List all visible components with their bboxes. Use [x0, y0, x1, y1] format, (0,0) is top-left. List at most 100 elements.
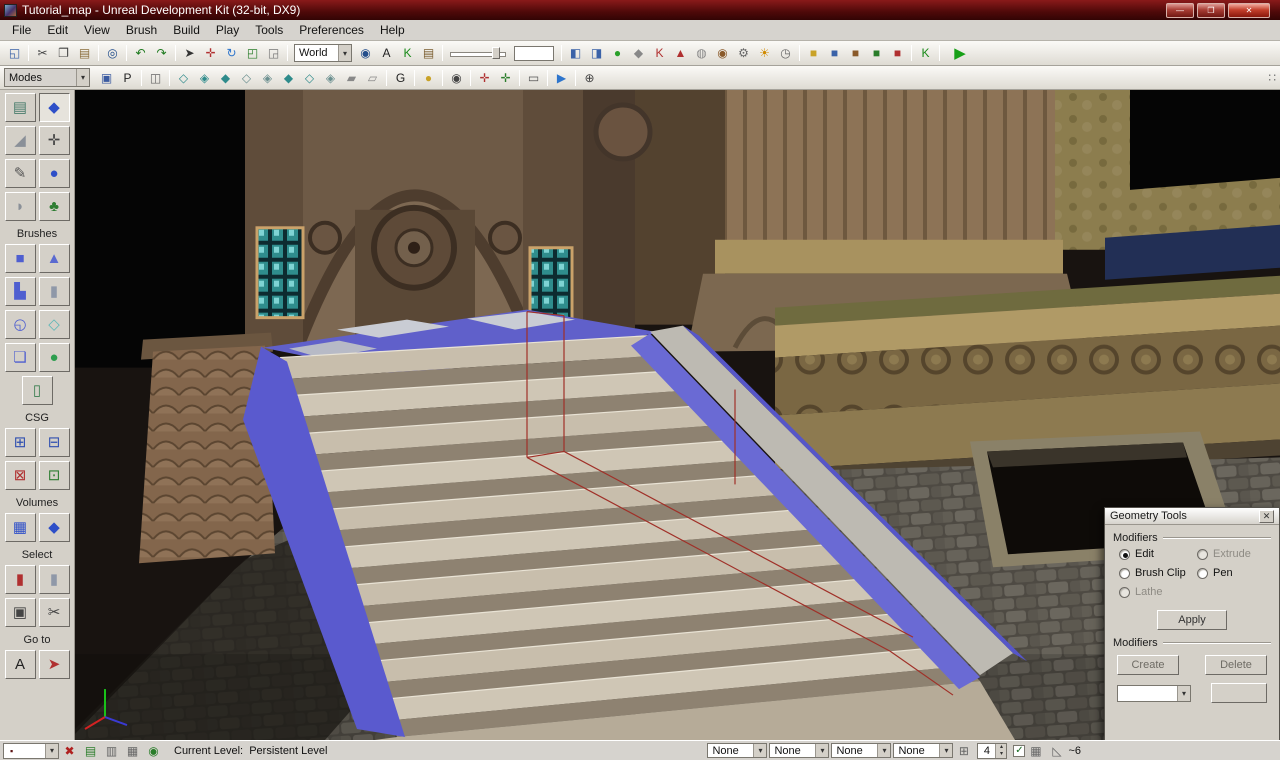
- modifier-extra-button[interactable]: [1211, 683, 1267, 703]
- modifier-combo[interactable]: ▾: [1117, 685, 1191, 702]
- close-button[interactable]: ✕: [1228, 3, 1270, 18]
- curved-stairs-brush-button[interactable]: ◵: [5, 310, 36, 339]
- transform-widget-icon[interactable]: ⊕: [580, 68, 599, 87]
- menu-file[interactable]: File: [4, 21, 39, 39]
- actor-class-icon[interactable]: A: [377, 44, 396, 63]
- play-in-editor-icon[interactable]: ▶: [949, 44, 971, 63]
- sphere-brush-button[interactable]: ●: [39, 343, 70, 372]
- streaming-level-combo-3[interactable]: None▾: [831, 743, 891, 758]
- geometry-tools-titlebar[interactable]: Geometry Tools ✕: [1105, 508, 1279, 525]
- select-nonsolid-button[interactable]: ▮: [39, 565, 70, 594]
- joystick-green-icon[interactable]: ✛: [496, 68, 515, 87]
- toggle-volumes-icon[interactable]: ◨: [587, 44, 606, 63]
- fullscreen-icon[interactable]: ◱: [5, 44, 24, 63]
- grid-snap-icon[interactable]: ▥: [102, 741, 121, 760]
- select-semisolid-button[interactable]: ▮: [5, 565, 36, 594]
- paint-mode-icon[interactable]: P: [118, 68, 137, 87]
- clock-icon[interactable]: ◷: [776, 44, 795, 63]
- up-arrow-icon[interactable]: ▲: [671, 44, 690, 63]
- angle-snap-icon[interactable]: ◺: [1047, 741, 1066, 760]
- select-icon[interactable]: ➤: [180, 44, 199, 63]
- modes-combo[interactable]: Modes ▾: [4, 68, 90, 87]
- stairs-brush-button[interactable]: ▙: [5, 277, 36, 306]
- streaming-level-combo-4[interactable]: None▾: [893, 743, 953, 758]
- streaming-level-combo-2[interactable]: None▾: [769, 743, 829, 758]
- unlit-icon[interactable]: ◆: [279, 68, 298, 87]
- menu-preferences[interactable]: Preferences: [291, 21, 372, 39]
- select-inverse-button[interactable]: ▣: [5, 598, 36, 627]
- gear-icon[interactable]: ⚙: [734, 44, 753, 63]
- build-all-icon[interactable]: ■: [867, 44, 886, 63]
- actor-filter-combo[interactable]: ▪ ▾: [3, 743, 59, 759]
- farclip-slider[interactable]: [450, 45, 506, 61]
- world-transform-combo[interactable]: World ▾: [294, 44, 352, 62]
- csg-intersect-button[interactable]: ⊠: [5, 461, 36, 490]
- streaming-level-combo-1[interactable]: None▾: [707, 743, 767, 758]
- lock-icon[interactable]: ●: [419, 68, 438, 87]
- cut-icon[interactable]: ✂: [33, 44, 52, 63]
- scale-nonuniform-icon[interactable]: ◲: [264, 44, 283, 63]
- menu-brush[interactable]: Brush: [118, 21, 165, 39]
- dock-grip-icon[interactable]: ∷: [1268, 71, 1276, 85]
- radio-brush-clip[interactable]: Brush Clip: [1119, 567, 1197, 579]
- rotate-icon[interactable]: ↻: [222, 44, 241, 63]
- maximize-button[interactable]: ❐: [1197, 3, 1225, 18]
- radio-edit[interactable]: Edit: [1119, 548, 1197, 560]
- joystick-red-icon[interactable]: ✛: [475, 68, 494, 87]
- viewport-canvas[interactable]: [75, 90, 1280, 740]
- drawscale-icon[interactable]: ⊞: [954, 741, 973, 760]
- paste-icon[interactable]: ▤: [75, 44, 94, 63]
- scale-icon[interactable]: ◰: [243, 44, 262, 63]
- clear-errors-icon[interactable]: ✖: [60, 741, 79, 760]
- close-icon[interactable]: ✕: [1259, 510, 1274, 523]
- content-browser-icon[interactable]: ▤: [419, 44, 438, 63]
- spiral-stairs-brush-button[interactable]: ❏: [5, 343, 36, 372]
- volume-cube-button[interactable]: ◆: [39, 513, 70, 542]
- cylinder-brush-button[interactable]: ▮: [39, 277, 70, 306]
- menu-edit[interactable]: Edit: [39, 21, 76, 39]
- viewport-front-icon[interactable]: ◆: [216, 68, 235, 87]
- lit-icon[interactable]: ◇: [300, 68, 319, 87]
- kismet-ref-icon[interactable]: K: [650, 44, 669, 63]
- csg-subtract-button[interactable]: ⊟: [39, 428, 70, 457]
- slider-thumb[interactable]: [492, 47, 500, 59]
- texture-paint-mode-button[interactable]: ✎: [5, 159, 36, 188]
- geometry-mode-button[interactable]: ◆: [39, 93, 70, 122]
- save-icon[interactable]: ▣: [97, 68, 116, 87]
- apply-button[interactable]: Apply: [1157, 610, 1227, 630]
- translate-mode-button[interactable]: ✛: [39, 126, 70, 155]
- camera-mode-button[interactable]: ▤: [5, 93, 36, 122]
- cancel-build-icon[interactable]: ■: [888, 44, 907, 63]
- toggle-bsp-icon[interactable]: ◧: [566, 44, 585, 63]
- cone-brush-button[interactable]: ▲: [39, 244, 70, 273]
- radio-pen[interactable]: Pen: [1197, 567, 1279, 579]
- translate-icon[interactable]: ✛: [201, 44, 220, 63]
- rotation-snap-icon[interactable]: ▦: [123, 741, 142, 760]
- spinner-arrows-icon[interactable]: ▴▾: [995, 744, 1006, 758]
- kismet-open-icon[interactable]: K: [916, 44, 935, 63]
- socket-icon[interactable]: ◆: [629, 44, 648, 63]
- camera-icon[interactable]: ◉: [447, 68, 466, 87]
- game-view-icon[interactable]: G: [391, 68, 410, 87]
- possess-play-icon[interactable]: ▶: [552, 68, 571, 87]
- detail-lighting-icon[interactable]: ◈: [321, 68, 340, 87]
- foliage-mode-button[interactable]: ♣: [39, 192, 70, 221]
- select-cut-button[interactable]: ✂: [39, 598, 70, 627]
- csg-add-button[interactable]: ⊞: [5, 428, 36, 457]
- minimize-button[interactable]: —: [1166, 3, 1194, 18]
- viewport-side-icon[interactable]: ◇: [237, 68, 256, 87]
- viewport-top-icon[interactable]: ◈: [195, 68, 214, 87]
- brush-wireframe-icon[interactable]: ▰: [342, 68, 361, 87]
- layers-icon[interactable]: ◉: [144, 741, 163, 760]
- terrain-mode-button[interactable]: ◢: [5, 126, 36, 155]
- goto-builder-button[interactable]: ➤: [39, 650, 70, 679]
- card-brush-button[interactable]: ▯: [22, 376, 53, 405]
- mesh-paint-mode-button[interactable]: ●: [39, 159, 70, 188]
- emitter-icon[interactable]: ◍: [692, 44, 711, 63]
- build-geometry-icon[interactable]: ●: [608, 44, 627, 63]
- autosave-icon[interactable]: ▤: [81, 741, 100, 760]
- sheet-brush-button[interactable]: ◇: [39, 310, 70, 339]
- menu-tools[interactable]: Tools: [247, 21, 291, 39]
- snap-checkbox[interactable]: ✓: [1013, 745, 1025, 757]
- static-mesh-mode-button[interactable]: ◗: [5, 192, 36, 221]
